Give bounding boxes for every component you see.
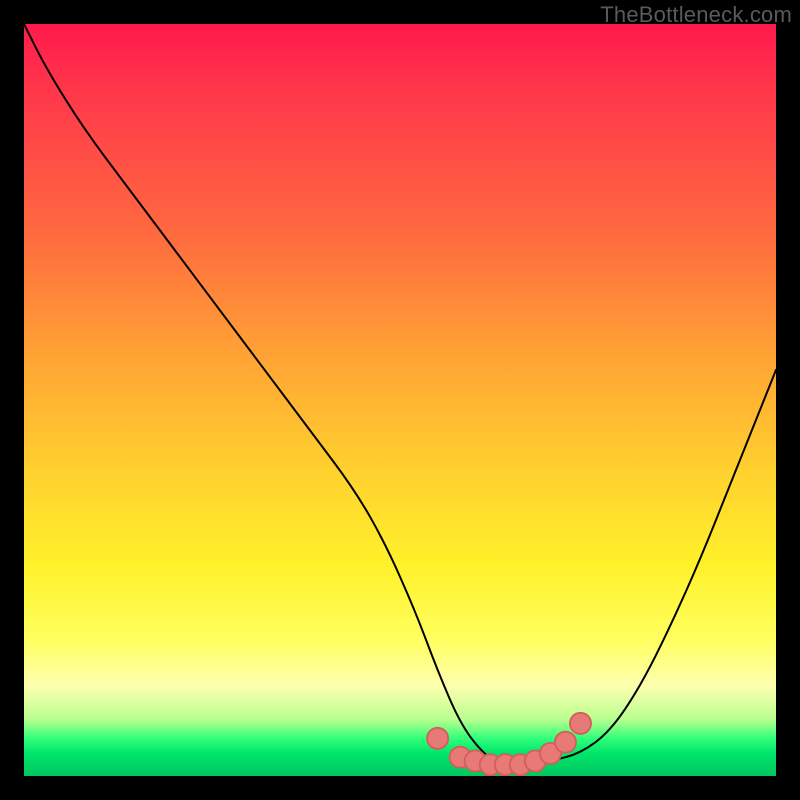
ideal-zone-marker — [570, 713, 591, 734]
ideal-zone-marker — [427, 728, 448, 749]
ideal-zone-markers — [427, 713, 591, 775]
bottleneck-curve — [24, 24, 776, 768]
plot-area — [24, 24, 776, 776]
curve-layer — [24, 24, 776, 776]
chart-frame: TheBottleneck.com — [0, 0, 800, 800]
watermark-text: TheBottleneck.com — [600, 2, 792, 28]
ideal-zone-marker — [555, 732, 576, 753]
